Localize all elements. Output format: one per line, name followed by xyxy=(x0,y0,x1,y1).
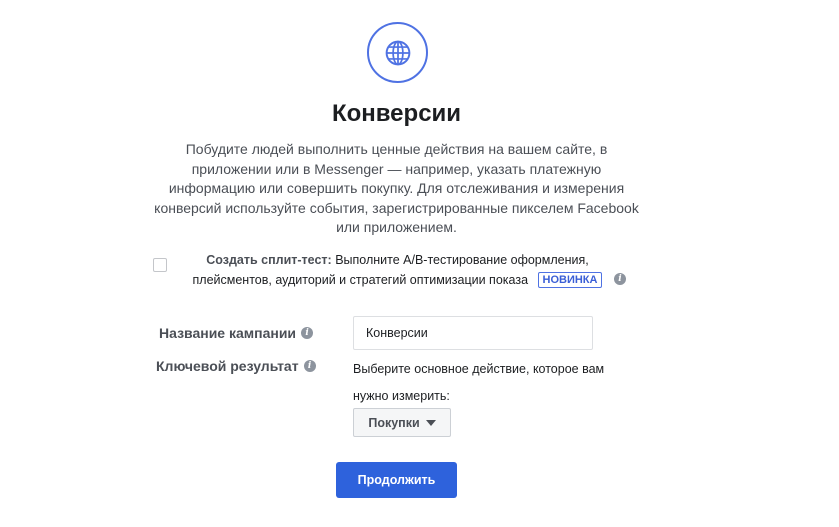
continue-button[interactable]: Продолжить xyxy=(336,462,457,498)
split-test-checkbox[interactable] xyxy=(153,258,167,272)
chevron-down-icon xyxy=(425,419,436,426)
info-icon[interactable]: i xyxy=(614,273,626,285)
campaign-name-label-row: Название кампании i xyxy=(159,325,314,341)
key-result-dropdown[interactable]: Покупки xyxy=(353,408,451,437)
globe-icon xyxy=(367,22,428,83)
globe-icon-graphic xyxy=(385,40,410,65)
split-test-label: Создать сплит-тест: xyxy=(206,253,332,267)
new-badge: НОВИНКА xyxy=(537,272,603,288)
key-result-help: Выберите основное действие, которое вам … xyxy=(353,362,605,403)
key-result-label: Ключевой результат xyxy=(156,358,299,374)
campaign-name-label: Название кампании xyxy=(159,325,297,341)
key-result-selected: Покупки xyxy=(368,415,420,430)
key-result-label-row: Ключевой результат i xyxy=(156,358,316,374)
campaign-name-input[interactable] xyxy=(353,316,593,350)
split-test-text: Создать сплит-тест: Выполните A/B-тестир… xyxy=(175,250,620,290)
page-title: Конверсии xyxy=(331,100,462,127)
objective-description: Побудите людей выполнить ценные действия… xyxy=(154,141,639,235)
info-icon[interactable]: i xyxy=(301,327,314,339)
info-icon[interactable]: i xyxy=(303,360,316,372)
